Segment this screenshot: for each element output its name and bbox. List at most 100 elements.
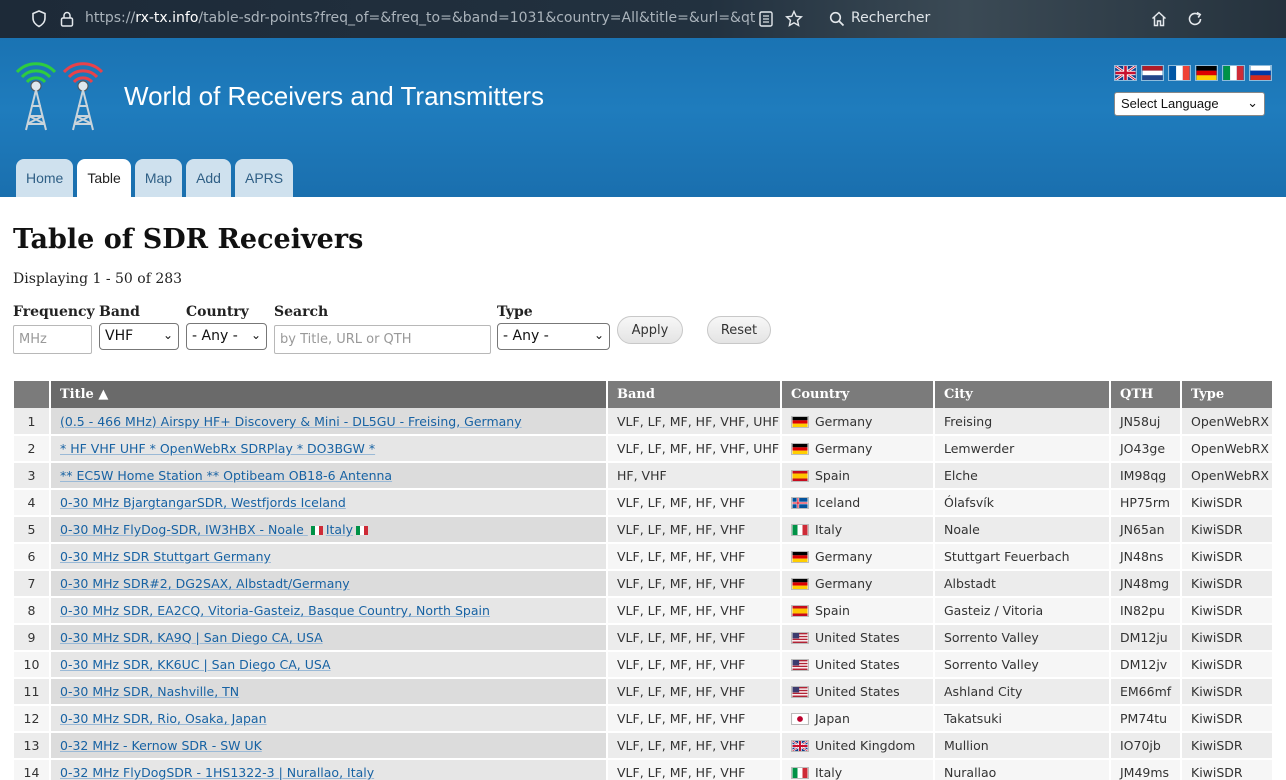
shield-icon[interactable]	[29, 9, 49, 29]
flag-ru-icon[interactable]	[1249, 65, 1272, 81]
receiver-title-link[interactable]: 0-30 MHz SDR#2, DG2SAX, Albstadt/Germany	[60, 576, 350, 591]
country-name: Spain	[815, 468, 850, 483]
table-row: 2 * HF VHF UHF * OpenWebRx SDRPlay * DO3B…	[14, 435, 1274, 463]
country-select-value: - Any -	[192, 328, 238, 344]
reload-icon[interactable]	[1185, 9, 1205, 29]
country-flag-icon	[791, 605, 809, 617]
browser-toolbar: https://rx-tx.info/table-sdr-points?freq…	[0, 0, 1286, 38]
country-flag-icon	[791, 632, 809, 644]
receiver-title-link[interactable]: (0.5 - 466 MHz) Airspy HF+ Discovery & M…	[60, 414, 522, 429]
city-cell: Elche	[934, 462, 1111, 490]
title-suffix: Italy	[325, 522, 353, 537]
country-cell: Italy	[781, 516, 935, 544]
country-flag-icon	[791, 740, 809, 752]
flag-de-icon[interactable]	[1195, 65, 1218, 81]
band-cell: VLF, LF, MF, HF, VHF	[607, 651, 782, 679]
receiver-title-link[interactable]: 0-30 MHz SDR, EA2CQ, Vitoria-Gasteiz, Ba…	[60, 603, 490, 618]
search-icon[interactable]	[827, 9, 847, 29]
title-cell: 0-30 MHz SDR, EA2CQ, Vitoria-Gasteiz, Ba…	[50, 597, 608, 625]
tab-home[interactable]: Home	[16, 159, 74, 197]
italy-flag-icon	[355, 526, 368, 535]
country-name: Iceland	[815, 495, 861, 510]
column-header-type[interactable]: Type	[1181, 381, 1274, 408]
tab-map[interactable]: Map	[134, 159, 183, 197]
column-header-title[interactable]: Title ▲	[50, 381, 608, 408]
receiver-title-link[interactable]: 0-30 MHz SDR, Rio, Osaka, Japan	[60, 711, 267, 726]
country-name: Germany	[815, 576, 873, 591]
country-cell: United States	[781, 651, 935, 679]
country-flag-icon	[791, 767, 809, 779]
band-select[interactable]: VHF ⌄	[99, 323, 179, 350]
title-cell: (0.5 - 466 MHz) Airspy HF+ Discovery & M…	[50, 408, 608, 436]
row-number: 1	[14, 408, 51, 436]
site-title[interactable]: World of Receivers and Transmitters	[124, 81, 544, 112]
qth-cell: IO70jb	[1110, 732, 1182, 760]
column-header-city[interactable]: City	[934, 381, 1111, 408]
type-cell: OpenWebRX	[1181, 435, 1274, 463]
country-name: United States	[815, 630, 900, 645]
qth-cell: JN48ns	[1110, 543, 1182, 571]
band-cell: VLF, LF, MF, HF, VHF	[607, 597, 782, 625]
band-cell: VLF, LF, MF, HF, VHF	[607, 570, 782, 598]
language-select[interactable]: Select Language ⌄	[1114, 92, 1265, 116]
address-bar[interactable]: https://rx-tx.info/table-sdr-points?freq…	[85, 10, 755, 26]
bookmark-star-icon[interactable]	[784, 9, 804, 29]
url-path: /table-sdr-points?freq_of=&freq_to=&band…	[198, 10, 755, 26]
reader-view-icon[interactable]	[756, 9, 776, 29]
receiver-title-link[interactable]: 0-30 MHz FlyDog-SDR, IW3HBX - Noale Ital…	[60, 522, 371, 537]
country-cell: United States	[781, 624, 935, 652]
table-row: 1 (0.5 - 466 MHz) Airspy HF+ Discovery & …	[14, 408, 1274, 436]
receiver-title: 0-32 MHz - Kernow SDR - SW UK	[60, 738, 262, 753]
band-cell: VLF, LF, MF, HF, VHF	[607, 543, 782, 571]
country-name: Germany	[815, 413, 873, 429]
country-name: Italy	[815, 522, 843, 537]
title-cell: 0-30 MHz SDR, KA9Q | San Diego CA, USA	[50, 624, 608, 652]
flag-uk-icon[interactable]	[1114, 65, 1137, 81]
receiver-title-link[interactable]: * HF VHF UHF * OpenWebRx SDRPlay * DO3BG…	[60, 441, 375, 456]
tab-add[interactable]: Add	[186, 159, 231, 197]
receiver-title: 0-30 MHz FlyDog-SDR, IW3HBX - Noale	[60, 522, 304, 537]
lock-icon[interactable]	[57, 9, 77, 29]
apply-button[interactable]: Apply	[617, 316, 683, 344]
receiver-title-link[interactable]: 0-30 MHz BjargtangarSDR, Westfjords Icel…	[60, 495, 346, 510]
country-cell: Germany	[781, 408, 935, 436]
country-flag-icon	[791, 497, 809, 509]
browser-search-field[interactable]: Rechercher	[851, 10, 930, 26]
country-cell: United Kingdom	[781, 732, 935, 760]
type-label: Type	[497, 304, 533, 320]
column-header-country[interactable]: Country	[781, 381, 935, 408]
receiver-title-link[interactable]: 0-32 MHz - Kernow SDR - SW UK	[60, 738, 262, 753]
title-cell: 0-30 MHz SDR Stuttgart Germany	[50, 543, 608, 571]
flag-fr-icon[interactable]	[1168, 65, 1191, 81]
flag-nl-icon[interactable]	[1141, 65, 1164, 81]
flag-it-icon[interactable]	[1222, 65, 1245, 81]
tab-aprs[interactable]: APRS	[234, 159, 294, 197]
receiver-title-link[interactable]: 0-30 MHz SDR, KA9Q | San Diego CA, USA	[60, 630, 323, 645]
type-select[interactable]: - Any - ⌄	[497, 323, 610, 350]
receiver-title-link[interactable]: 0-30 MHz SDR Stuttgart Germany	[60, 549, 271, 564]
language-flags	[1114, 65, 1272, 81]
type-cell: KiwiSDR	[1181, 543, 1274, 571]
receiver-title: 0-30 MHz BjargtangarSDR, Westfjords Icel…	[60, 495, 346, 510]
receiver-title-link[interactable]: ** EC5W Home Station ** Optibeam OB18-6 …	[60, 468, 392, 483]
radio-tower-logo-icon[interactable]	[12, 62, 110, 132]
reset-button[interactable]: Reset	[707, 316, 771, 344]
table-row: 3 ** EC5W Home Station ** Optibeam OB18-6…	[14, 462, 1274, 490]
frequency-input[interactable]: MHz	[13, 325, 92, 354]
url-host: rx-tx.info	[135, 10, 199, 26]
column-header-qth[interactable]: QTH	[1110, 381, 1182, 408]
country-flag-icon	[791, 415, 809, 428]
table-header-row: Title ▲ Band Country City QTH Type	[14, 381, 1274, 408]
tab-table[interactable]: Table	[77, 159, 131, 197]
type-cell: KiwiSDR	[1181, 678, 1274, 706]
receiver-title-link[interactable]: 0-30 MHz SDR, Nashville, TN	[60, 684, 239, 699]
column-header-band[interactable]: Band	[607, 381, 782, 408]
table-row: 5 0-30 MHz FlyDog-SDR, IW3HBX - Noale Ita…	[14, 516, 1274, 544]
home-icon[interactable]	[1149, 9, 1169, 29]
receiver-title-link[interactable]: 0-30 MHz SDR, KK6UC | San Diego CA, USA	[60, 657, 331, 672]
country-select[interactable]: - Any - ⌄	[186, 323, 267, 350]
receiver-title-link[interactable]: 0-32 MHz FlyDogSDR - 1HS1322-3 | Nuralla…	[60, 765, 374, 780]
qth-cell: DM12ju	[1110, 624, 1182, 652]
search-input[interactable]: by Title, URL or QTH	[274, 325, 491, 354]
table-row: 9 0-30 MHz SDR, KA9Q | San Diego CA, USA V…	[14, 624, 1274, 652]
